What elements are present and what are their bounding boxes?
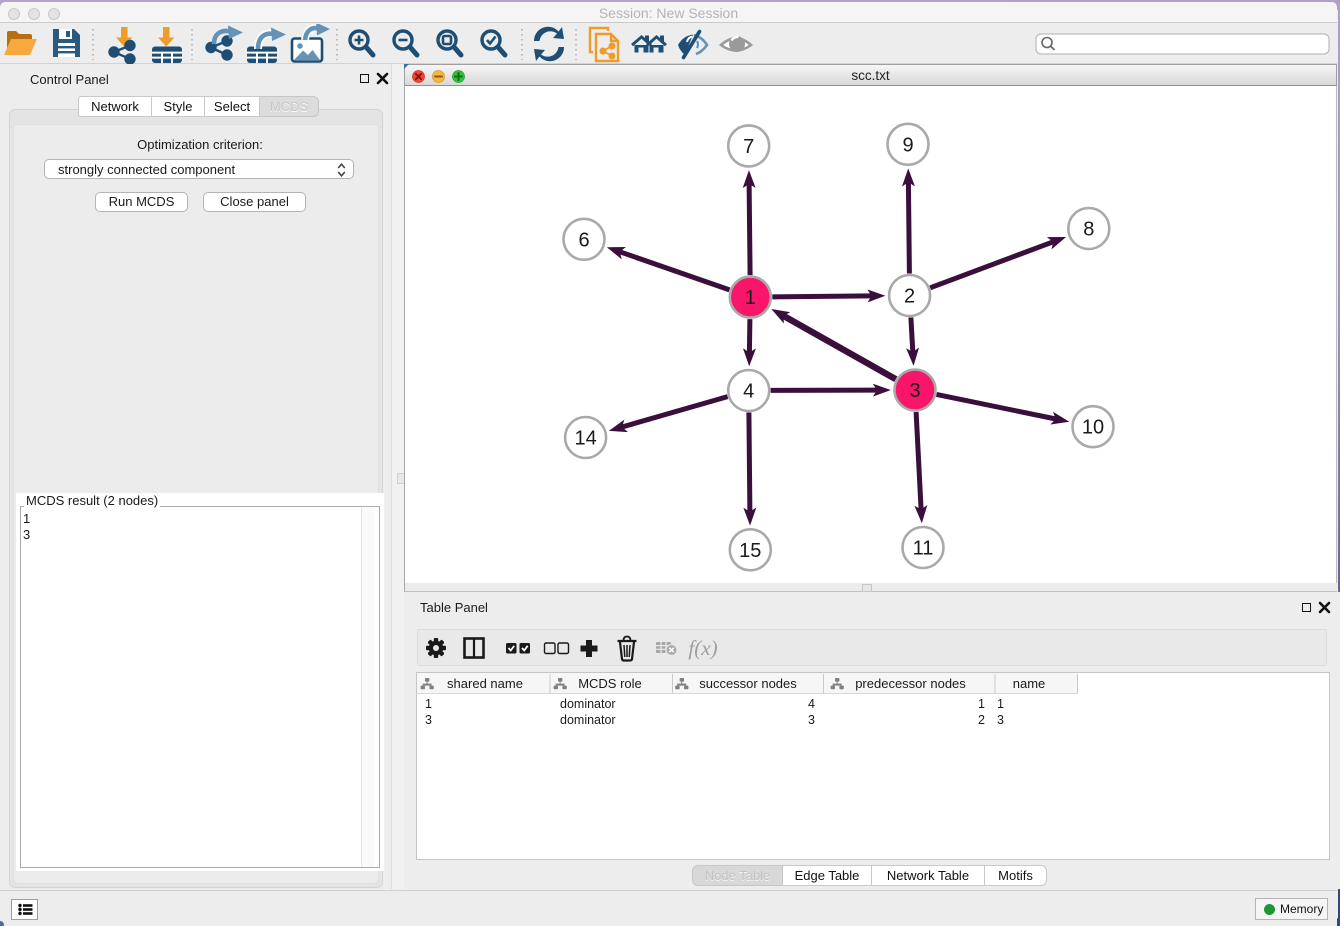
svg-text:14: 14 [574, 428, 596, 450]
svg-text:11: 11 [913, 538, 934, 560]
svg-text:10: 10 [1082, 417, 1104, 439]
svg-text:1: 1 [745, 287, 756, 309]
svg-text:7: 7 [743, 136, 754, 158]
svg-text:8: 8 [1083, 219, 1094, 241]
svg-text:6: 6 [578, 229, 589, 251]
svg-text:9: 9 [902, 134, 913, 156]
svg-text:3: 3 [909, 380, 920, 402]
svg-text:f(x): f(x) [688, 636, 717, 660]
svg-text:2: 2 [904, 286, 915, 308]
svg-text:15: 15 [739, 540, 761, 562]
svg-text:4: 4 [743, 381, 754, 403]
